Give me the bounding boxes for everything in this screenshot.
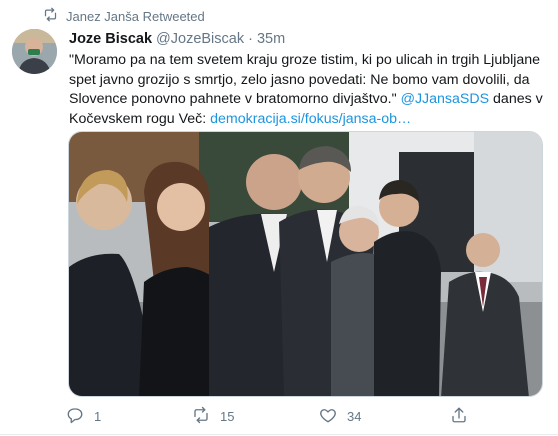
- reply-button[interactable]: 1: [66, 405, 101, 427]
- heart-icon: [319, 406, 337, 427]
- share-button[interactable]: [450, 405, 468, 427]
- display-name[interactable]: Joze Biscak: [69, 31, 152, 47]
- share-icon: [450, 406, 468, 427]
- separator-dot: ·: [248, 31, 253, 47]
- retweet-button[interactable]: 15: [192, 405, 234, 427]
- retweet-context[interactable]: Janez Janša Retweeted: [43, 7, 205, 25]
- tweet-actions: 1 15 34: [66, 405, 546, 427]
- url-link[interactable]: demokracija.si/fokus/jansa-ob…: [210, 111, 411, 127]
- tweet-photo[interactable]: 829: [68, 131, 543, 397]
- tweet-timestamp[interactable]: 35m: [257, 31, 285, 47]
- retweet-icon: [192, 406, 210, 427]
- mention-link[interactable]: @JJansaSDS: [401, 91, 490, 107]
- divider: [0, 434, 558, 435]
- retweet-count: 15: [220, 408, 235, 424]
- retweet-icon: [43, 7, 58, 25]
- user-handle[interactable]: @JozeBiscak: [156, 31, 244, 47]
- reply-count: 1: [94, 408, 102, 424]
- like-count: 34: [347, 408, 362, 424]
- tweet-header: Joze Biscak @JozeBiscak · 35m: [69, 30, 285, 48]
- avatar[interactable]: [12, 29, 57, 74]
- tweet-text: "Moramo pa na tem svetem kraju groze tis…: [69, 51, 549, 129]
- retweet-label: Janez Janša Retweeted: [66, 8, 205, 24]
- like-button[interactable]: 34: [319, 405, 361, 427]
- reply-icon: [66, 406, 84, 427]
